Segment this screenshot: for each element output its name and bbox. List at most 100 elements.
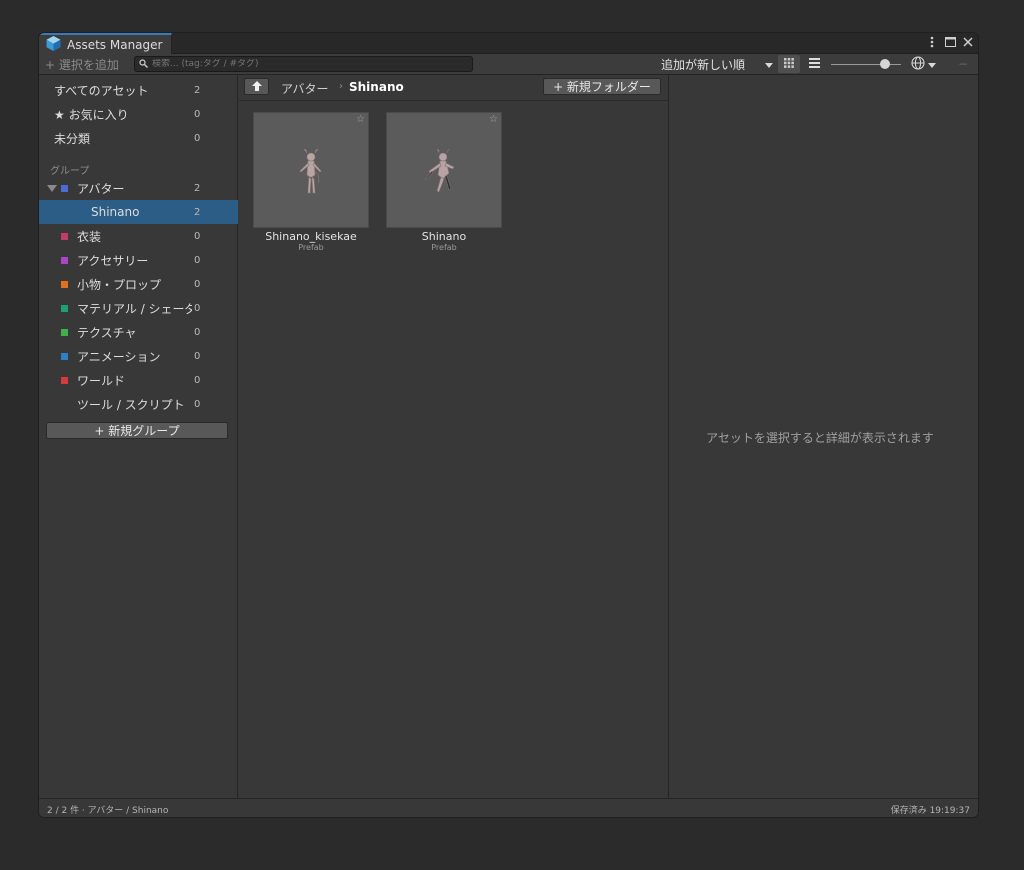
detail-panel: アセットを選択すると詳細が表示されます: [670, 75, 978, 798]
group-color-swatch: [61, 376, 68, 384]
close-icon[interactable]: [962, 35, 974, 49]
window-tab[interactable]: Assets Manager: [39, 33, 172, 54]
status-saved: 保存済み 19:19:37: [890, 806, 970, 816]
sidebar-item-tools-scripts[interactable]: ツール / スクリプト 0: [39, 392, 238, 416]
sidebar-item-count: 2: [194, 206, 201, 218]
sort-label: 追加が新しい順: [661, 57, 746, 72]
globe-icon: [911, 55, 925, 73]
sidebar-item-favorites[interactable]: ★ お気に入り 0: [39, 102, 238, 126]
sidebar: すべてのアセット 2 ★ お気に入り 0 未分類 0 グループ アバター 2 S…: [39, 75, 238, 798]
sidebar-item-label: アニメーション: [77, 349, 161, 364]
avatar-figure-icon: [424, 148, 455, 193]
sidebar-item-label: Shinano: [91, 205, 140, 219]
sidebar-item-clothing[interactable]: 衣装 0: [39, 224, 238, 248]
sidebar-item-count: 0: [194, 132, 201, 144]
breadcrumb-separator: ›: [339, 81, 343, 92]
breadcrumb-current: Shinano: [349, 80, 404, 94]
list-view-button[interactable]: [803, 55, 825, 73]
sidebar-item-count: 0: [194, 254, 201, 266]
toolbar: + 選択を追加 追加が新しい順: [39, 54, 978, 75]
sidebar-item-label: 未分類: [54, 131, 91, 146]
assets-manager-window: Assets Manager + 選択を追加 追加が新しい順: [38, 32, 979, 818]
caret-down-icon: [928, 57, 936, 71]
asset-thumbnail[interactable]: ☆: [253, 112, 369, 228]
asset-type: Prefab: [431, 243, 457, 252]
sidebar-item-texture[interactable]: テクスチャ 0: [39, 320, 238, 344]
sidebar-item-count: 0: [194, 326, 201, 338]
sidebar-item-count: 0: [194, 230, 201, 242]
status-bar: 2 / 2 件 · アバター / Shinano 保存済み 19:19:37: [39, 798, 978, 817]
sidebar-item-accessory[interactable]: アクセサリー 0: [39, 248, 238, 272]
asset-card[interactable]: ☆ Shinano Prefab: [386, 112, 502, 262]
group-color-swatch: [61, 304, 68, 312]
sidebar-item-count: 0: [194, 278, 201, 290]
asset-type: Prefab: [298, 243, 324, 252]
caret-down-icon: [765, 57, 773, 71]
cube-icon: [45, 35, 62, 55]
sidebar-item-material-shader[interactable]: マテリアル / シェーダ 0: [39, 296, 238, 320]
asset-card[interactable]: ☆ Shinano_kisekae Prefab: [253, 112, 369, 262]
sidebar-item-label: 衣装: [77, 229, 102, 244]
asset-browser: アバター › Shinano + 新規フォルダー ☆ Shinano_kisek…: [239, 75, 669, 798]
sidebar-item-uncategorized[interactable]: 未分類 0: [39, 126, 238, 150]
sidebar-item-count: 0: [194, 302, 201, 314]
sidebar-item-label: ★ お気に入り: [54, 107, 129, 122]
new-folder-button[interactable]: + 新規フォルダー: [543, 78, 661, 95]
language-dropdown[interactable]: [911, 55, 945, 73]
sidebar-item-label: マテリアル / シェーダ: [77, 301, 192, 316]
sidebar-item-avatar[interactable]: アバター 2: [39, 176, 238, 200]
minus-button[interactable]: −: [951, 54, 975, 74]
search-input[interactable]: [152, 59, 452, 69]
sidebar-item-label: 小物・プロップ: [77, 277, 162, 292]
arrow-up-icon: [251, 80, 262, 94]
new-group-button[interactable]: + 新規グループ: [46, 422, 228, 439]
sidebar-item-count: 2: [194, 84, 201, 96]
asset-thumbnail[interactable]: ☆: [386, 112, 502, 228]
asset-name: Shinano_kisekae: [265, 230, 357, 243]
sidebar-item-all-assets[interactable]: すべてのアセット 2: [39, 78, 238, 102]
status-count: 2 / 2 件 · アバター / Shinano: [47, 806, 169, 816]
kebab-menu-icon[interactable]: [926, 35, 938, 49]
sidebar-item-label: ツール / スクリプト: [77, 397, 185, 412]
sidebar-item-count: 2: [194, 182, 201, 194]
sidebar-item-animation[interactable]: アニメーション 0: [39, 344, 238, 368]
sidebar-item-count: 0: [194, 398, 201, 410]
list-view-icon: [808, 57, 820, 71]
avatar-figure-icon: [299, 148, 322, 194]
sidebar-item-label: すべてのアセット: [54, 83, 149, 98]
maximize-icon[interactable]: [944, 35, 956, 49]
sidebar-item-label: アバター: [77, 181, 125, 196]
sidebar-item-shinano[interactable]: Shinano 2: [39, 200, 238, 224]
breadcrumb-parent[interactable]: アバター: [281, 80, 329, 97]
sidebar-item-count: 0: [194, 350, 201, 362]
sidebar-item-label: ワールド: [77, 373, 126, 388]
group-section-label: グループ: [50, 166, 90, 177]
sidebar-item-label: テクスチャ: [77, 325, 137, 340]
sort-dropdown[interactable]: 追加が新しい順: [657, 54, 777, 74]
search-box[interactable]: [134, 56, 473, 72]
thumbnail-size-slider[interactable]: [831, 64, 901, 65]
add-selection-button[interactable]: + 選択を追加: [45, 56, 119, 73]
search-icon: [139, 57, 148, 71]
sidebar-item-count: 0: [194, 374, 201, 386]
grid-view-icon: [784, 57, 794, 71]
sidebar-item-label: アクセサリー: [77, 253, 149, 268]
detail-empty-message: アセットを選択すると詳細が表示されます: [706, 431, 934, 445]
favorite-star-icon[interactable]: ☆: [489, 114, 498, 125]
expand-triangle-icon[interactable]: [47, 184, 57, 192]
slider-knob[interactable]: [880, 59, 890, 69]
window-title: Assets Manager: [67, 37, 163, 52]
group-color-swatch: [61, 328, 68, 336]
breadcrumb: アバター › Shinano + 新規フォルダー: [239, 75, 669, 101]
favorite-star-icon[interactable]: ☆: [356, 114, 365, 125]
grid-view-button[interactable]: [778, 55, 800, 73]
sidebar-item-props[interactable]: 小物・プロップ 0: [39, 272, 238, 296]
group-color-swatch: [61, 232, 68, 240]
group-color-swatch: [61, 184, 68, 192]
up-folder-button[interactable]: [244, 78, 269, 95]
sidebar-item-world[interactable]: ワールド 0: [39, 368, 238, 392]
group-color-swatch: [61, 256, 68, 264]
group-color-swatch: [61, 352, 68, 360]
sidebar-item-count: 0: [194, 108, 201, 120]
asset-name: Shinano: [421, 230, 467, 243]
